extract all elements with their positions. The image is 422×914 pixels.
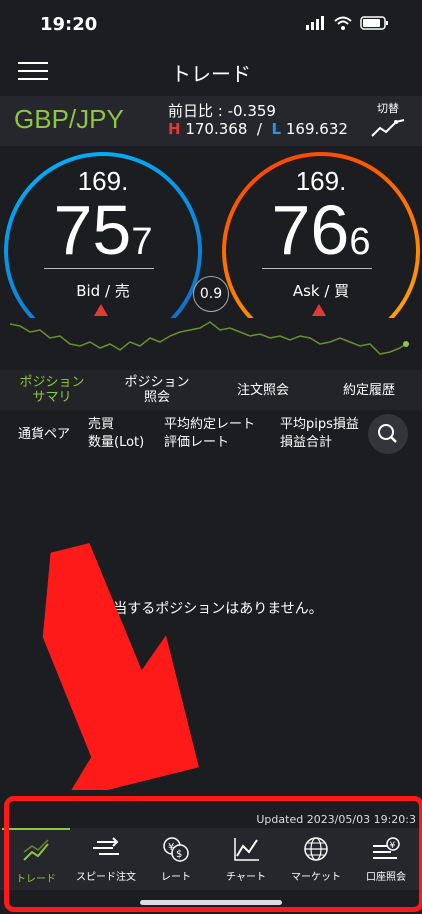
price-sparkline <box>0 318 422 370</box>
battery-icon <box>360 16 388 30</box>
col-eval-rate: 評価レート <box>164 435 230 450</box>
home-indicator[interactable] <box>140 900 282 905</box>
status-icons <box>306 16 390 30</box>
spread-badge: 0.9 <box>193 276 229 312</box>
high-value: 170.368 <box>185 120 248 138</box>
tab-label: 注文照会 <box>236 382 289 398</box>
previous-day-change: 前日比 : -0.359 <box>168 102 276 120</box>
col-total-pl: 損益合計 <box>280 435 333 450</box>
sparkline-endpoint <box>403 341 409 347</box>
bid-label: Bid / 売 <box>76 282 130 300</box>
tab-label: ポジション 照会 <box>124 375 190 405</box>
col-quantity: 数量(Lot) <box>88 435 145 450</box>
bid-rate: 757 <box>8 190 198 270</box>
col-currency-pair: 通貨ペア <box>18 427 71 442</box>
wifi-icon <box>334 16 352 30</box>
switch-label: 切替 <box>377 102 399 115</box>
tab-label: ポジション サマリ <box>19 375 85 405</box>
highlight-frame <box>4 796 422 912</box>
col-side: 売買 <box>88 417 115 432</box>
low-value: 169.632 <box>285 120 348 138</box>
tab-position-summary[interactable]: ポジション サマリ <box>0 370 104 412</box>
high-prefix: H <box>168 120 181 138</box>
position-tabs: ポジション サマリ ポジション 照会 注文照会 約定履歴 <box>0 370 422 412</box>
bid-divider <box>44 268 154 269</box>
status-bar: 19:20 <box>0 0 422 48</box>
bid-up-arrow-icon <box>94 304 108 316</box>
high-low-range: H 170.368 / L 169.632 <box>168 120 348 138</box>
currency-pair-bar: GBP/JPY 前日比 : -0.359 H 170.368 / L 169.6… <box>0 96 422 146</box>
ask-rate: 766 <box>226 190 416 270</box>
tab-order-inquiry[interactable]: 注文照会 <box>210 370 316 410</box>
signal-icon <box>306 16 324 30</box>
ask-sub: 6 <box>349 221 371 263</box>
ask-up-arrow-icon <box>312 304 326 316</box>
rate-panels: 169. 757 Bid / 売 169. 766 Ask / 買 0.9 <box>0 146 422 346</box>
annotation-arrow <box>42 543 199 790</box>
ask-main: 76 <box>271 191 350 269</box>
ask-divider <box>262 268 372 269</box>
sparkline-line <box>9 321 407 355</box>
sparkline-chart <box>9 321 409 355</box>
ask-label: Ask / 買 <box>292 282 350 300</box>
bid-sub: 7 <box>131 221 153 263</box>
tab-position-inquiry[interactable]: ポジション 照会 <box>104 370 210 410</box>
status-time: 19:20 <box>40 14 98 35</box>
col-avg-rate: 平均約定レート <box>164 417 256 432</box>
trend-switch-icon <box>371 119 405 137</box>
high-low-separator: / <box>256 120 262 138</box>
col-avg-pips: 平均pips損益 <box>280 417 359 432</box>
app-header: トレード <box>0 48 422 94</box>
switch-button[interactable]: 切替 <box>368 100 408 141</box>
table-header: 通貨ペア 売買 数量(Lot) 平均約定レート 評価レート 平均pips損益 損… <box>0 410 422 464</box>
search-icon <box>378 424 397 443</box>
bid-main: 75 <box>53 191 132 269</box>
page-title: トレード <box>171 62 251 86</box>
tab-execution-history[interactable]: 約定履歴 <box>316 370 422 410</box>
search-button[interactable] <box>368 414 408 454</box>
tab-label: 約定履歴 <box>342 382 395 398</box>
low-prefix: L <box>271 120 282 138</box>
currency-pair-symbol[interactable]: GBP/JPY <box>14 104 124 135</box>
